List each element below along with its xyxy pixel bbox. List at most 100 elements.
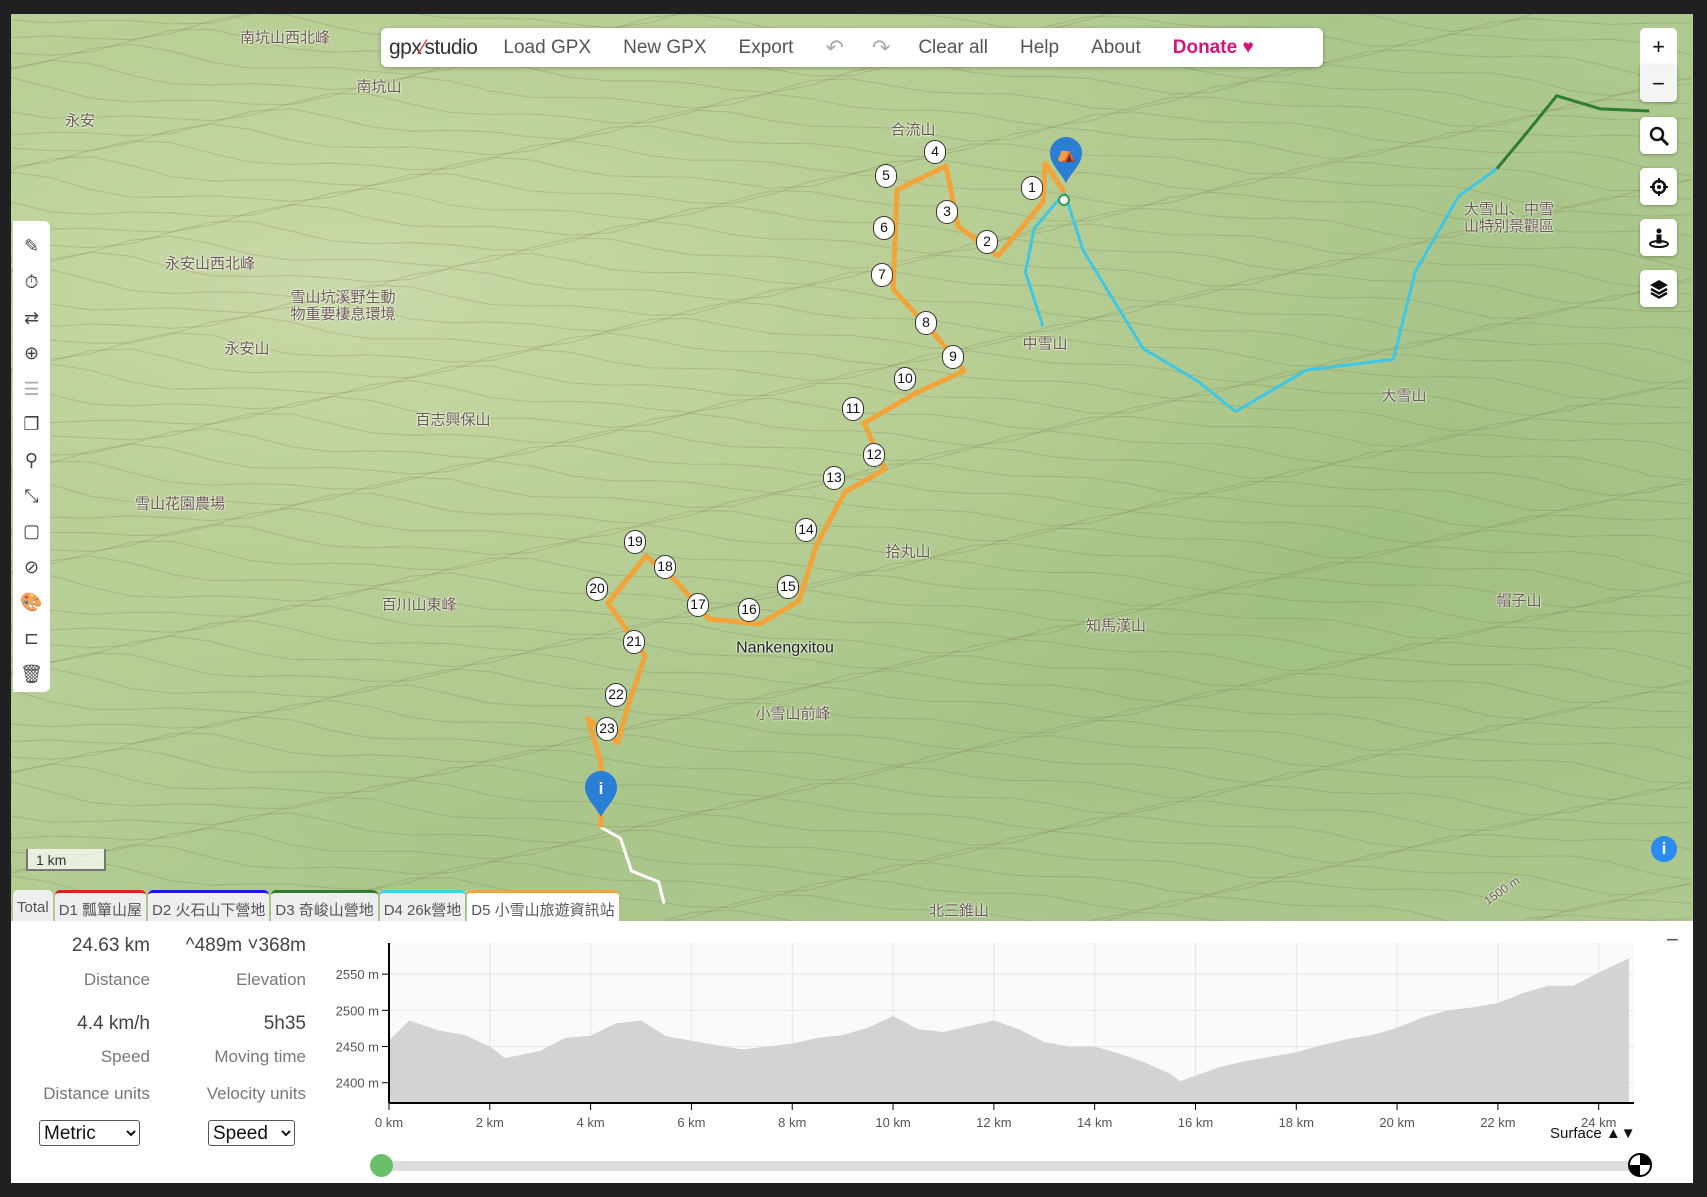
tab-3[interactable]: D3 奇峻山營地	[271, 890, 378, 921]
contour-line	[11, 76, 1692, 112]
compress-icon[interactable]: ⤡	[13, 478, 50, 514]
route-d3[interactable]	[1495, 94, 1650, 170]
trash-icon[interactable]: 🗑	[13, 656, 50, 692]
range-slider[interactable]	[391, 1161, 1651, 1171]
contour-line	[11, 268, 1692, 305]
info-icon[interactable]: i	[1651, 836, 1677, 862]
waypoint-marker[interactable]: 21	[623, 630, 645, 654]
contour-line	[11, 763, 1692, 801]
waypoint-marker[interactable]: 6	[873, 216, 895, 240]
end-marker[interactable]: i	[584, 770, 618, 818]
new-gpx-button[interactable]: New GPX	[623, 37, 706, 59]
crosshair-icon[interactable]	[1640, 168, 1677, 205]
waypoint-marker[interactable]: 9	[942, 345, 964, 369]
tab-1[interactable]: D1 瓢簞山屋	[54, 890, 147, 921]
place-label: 百志興保山	[415, 411, 491, 429]
place-label: 拾丸山	[885, 543, 931, 561]
surface-toggle[interactable]: Surface ▲▼	[1550, 1125, 1636, 1142]
contour-line	[11, 427, 1692, 464]
reverse-icon[interactable]: ⇄	[13, 300, 50, 336]
waypoint-marker[interactable]: 23	[596, 717, 618, 741]
waypoint-marker[interactable]: 15	[777, 575, 799, 599]
map-pin-icon[interactable]: ⚲	[13, 443, 50, 479]
x-tick-label: 4 km	[577, 1115, 605, 1130]
place-label: 永安山	[224, 340, 270, 358]
copy-icon[interactable]: ❐	[13, 407, 50, 443]
x-tick-label: 22 km	[1480, 1115, 1515, 1130]
waypoint-marker[interactable]: 10	[894, 367, 916, 391]
tab-5[interactable]: D5 小雪山旅遊資訊站	[467, 890, 619, 921]
collapse-panel-button[interactable]: −	[1666, 927, 1679, 953]
x-tick-label: 18 km	[1279, 1115, 1314, 1130]
x-tick-label: 8 km	[778, 1115, 806, 1130]
contour-line	[11, 668, 1692, 704]
zoom-in-button[interactable]: +	[1640, 28, 1677, 65]
pencil-icon[interactable]: ✎	[13, 229, 50, 265]
place-label: 永安山西北峰	[164, 255, 256, 273]
list-icon[interactable]: ☰	[13, 371, 50, 407]
contour-line	[11, 747, 1692, 784]
zoom-out-button[interactable]: −	[1640, 65, 1677, 102]
contour-line	[11, 140, 1692, 177]
about-button[interactable]: About	[1091, 37, 1141, 59]
x-tick-label: 14 km	[1077, 1115, 1112, 1130]
tab-4[interactable]: D4 26k營地	[379, 890, 466, 921]
donate-button[interactable]: Donate ♥	[1173, 37, 1254, 59]
y-tick-label: 2400 m	[336, 1076, 379, 1091]
waypoint-marker[interactable]: 2	[976, 230, 998, 254]
contour-line	[11, 652, 1692, 689]
waypoint-marker[interactable]: 13	[823, 466, 845, 490]
route-current[interactable]	[585, 160, 1067, 828]
redo-icon[interactable]: ↷	[872, 35, 890, 61]
heart-icon: ♥	[1242, 36, 1254, 58]
crop-icon[interactable]: ▢	[13, 514, 50, 550]
person-icon[interactable]	[1640, 219, 1677, 256]
waypoint-marker[interactable]: 17	[687, 593, 709, 617]
place-label: 小雪山前峰	[755, 705, 831, 723]
stopwatch-icon[interactable]: ⏱	[13, 265, 50, 301]
waypoint-marker[interactable]: 16	[738, 598, 760, 622]
slider-start-handle[interactable]	[370, 1154, 393, 1177]
waypoint-marker[interactable]: 18	[654, 555, 676, 579]
clear-all-button[interactable]: Clear all	[918, 37, 988, 59]
start-marker[interactable]: ⛺	[1049, 136, 1083, 184]
place-label: Nankengxitou	[736, 639, 834, 657]
search-icon[interactable]	[1640, 117, 1677, 154]
palette-icon[interactable]: 🎨	[13, 585, 50, 621]
waypoint-marker[interactable]: 5	[875, 164, 897, 188]
elevation-panel: 24.63 km ^489m ˅368m Distance Elevation …	[11, 921, 1693, 1183]
waypoint-marker[interactable]: 12	[863, 443, 885, 467]
export-button[interactable]: Export	[739, 37, 794, 59]
waypoint-marker[interactable]: 11	[842, 397, 864, 421]
waypoint-marker[interactable]: 22	[605, 683, 627, 707]
load-gpx-button[interactable]: Load GPX	[503, 37, 591, 59]
contour-line	[11, 492, 1692, 528]
waypoint-marker[interactable]: 7	[871, 263, 893, 287]
plus-circle-icon[interactable]: ⊕	[13, 336, 50, 372]
route-d4[interactable]	[1063, 167, 1498, 413]
folder-tree-icon[interactable]: ⊏	[13, 621, 50, 657]
waypoint-marker[interactable]: 8	[915, 311, 937, 335]
tab-0[interactable]: Total	[13, 890, 53, 921]
contour-line	[11, 203, 1692, 240]
waypoint-marker[interactable]: 14	[795, 518, 817, 542]
waypoint-marker[interactable]: 19	[624, 530, 646, 554]
place-label: 中雪山	[1022, 335, 1068, 353]
eye-off-icon[interactable]: ⊘	[13, 549, 50, 585]
elevation-chart[interactable]: 0 km 2 km 4 km 6 km 8 km 10 km 12 km 14 km 16 km…	[11, 921, 1693, 1183]
layers-icon[interactable]	[1640, 270, 1677, 307]
place-label: 大雪山、中雪 山特別景觀區	[1463, 201, 1555, 235]
waypoint-marker[interactable]: 4	[924, 140, 946, 164]
place-label: 雪山花園農場	[134, 495, 226, 513]
help-button[interactable]: Help	[1020, 37, 1059, 59]
slider-end-handle[interactable]	[1628, 1153, 1652, 1177]
sort-arrows-icon: ▲▼	[1605, 1125, 1636, 1142]
undo-icon[interactable]: ↶	[825, 35, 843, 61]
waypoint-marker[interactable]: 1	[1021, 176, 1043, 200]
tab-2[interactable]: D2 火石山下營地	[148, 890, 270, 921]
waypoint-marker[interactable]: 20	[586, 577, 608, 601]
map[interactable]: 南坑山西北峰 南坑山 永安 合流山 永安山西北峰 雪山坑溪野生動 物重要棲息環境 永安山 中雪…	[11, 14, 1693, 921]
place-label: 北三錐山	[928, 902, 990, 920]
contour-line	[11, 779, 1692, 816]
waypoint-marker[interactable]: 3	[936, 200, 958, 224]
